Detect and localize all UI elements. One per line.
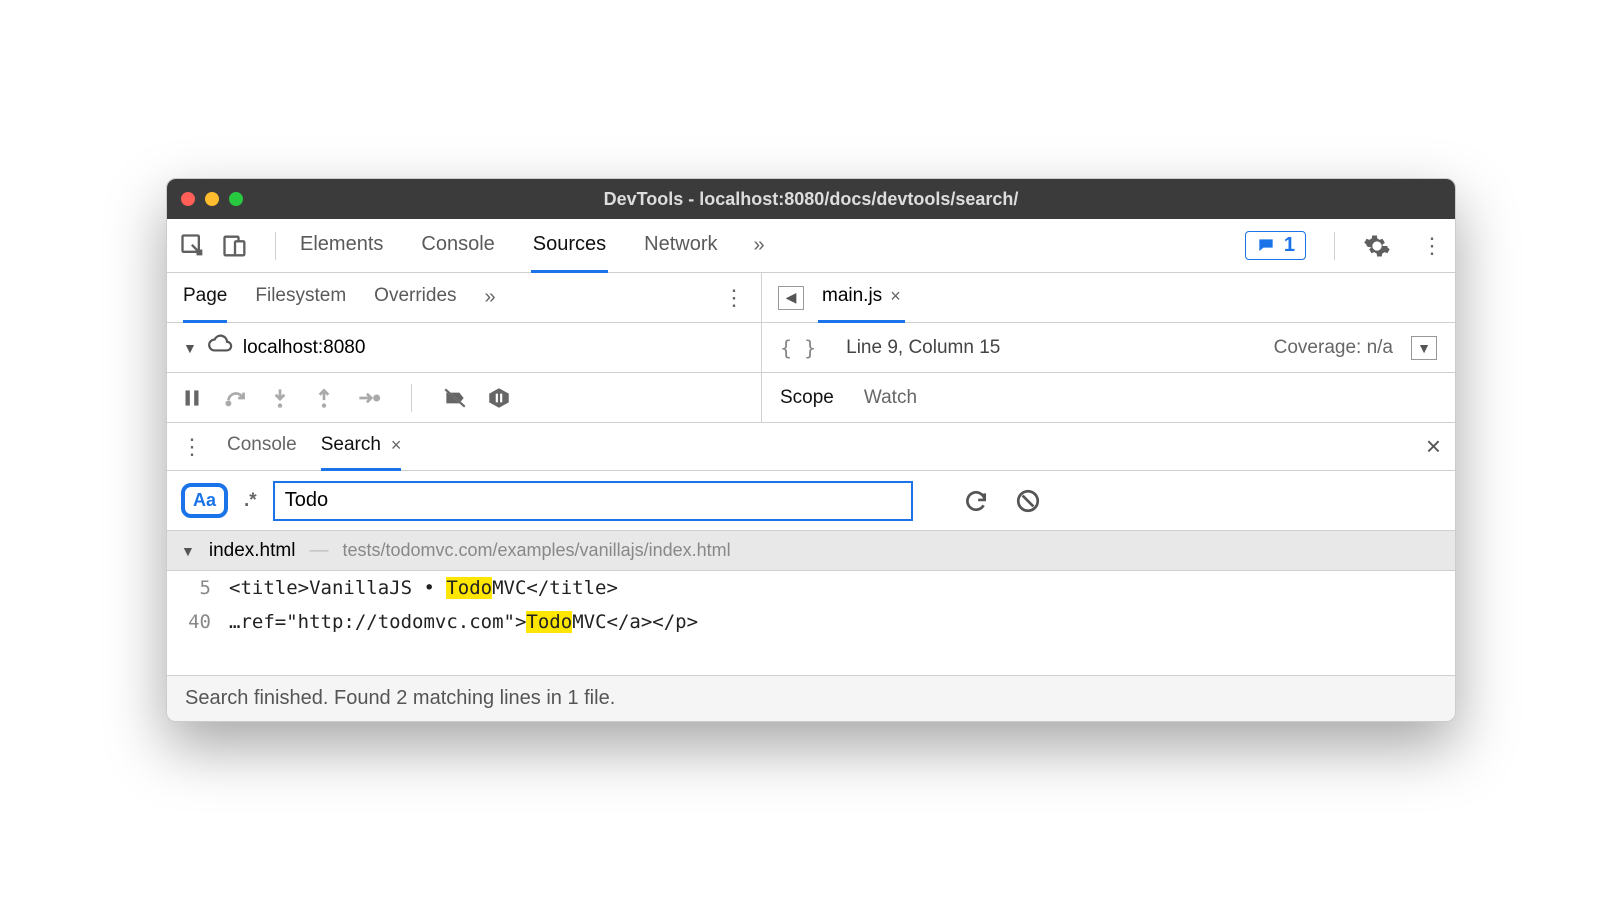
tab-sources[interactable]: Sources [531, 219, 608, 273]
navigator-tree: ▼ localhost:8080 [167, 323, 762, 372]
file-expand-arrow-icon[interactable]: ▼ [181, 543, 195, 559]
settings-gear-icon[interactable] [1363, 232, 1391, 260]
refresh-search-icon[interactable] [963, 488, 989, 514]
line-number: 5 [181, 577, 211, 599]
step-out-icon[interactable] [311, 385, 337, 411]
cursor-position: Line 9, Column 15 [846, 337, 1000, 359]
more-menu-icon[interactable]: ⋮ [1421, 233, 1443, 259]
inspect-element-icon[interactable] [179, 232, 207, 260]
close-window-button[interactable] [181, 192, 195, 206]
debugger-tabs: Scope Watch [762, 373, 935, 422]
result-file-path: tests/todomvc.com/examples/vanillajs/ind… [342, 540, 730, 561]
status-bar: Search finished. Found 2 matching lines … [167, 675, 1455, 721]
clear-search-icon[interactable] [1015, 488, 1041, 514]
sources-subbar: Page Filesystem Overrides » ⋮ ◀ main.js … [167, 273, 1455, 323]
separator [1334, 232, 1335, 260]
separator [411, 384, 412, 412]
file-tab-label: main.js [822, 285, 882, 307]
close-search-tab-icon[interactable]: × [391, 435, 402, 456]
more-tabs-chevron-icon[interactable]: » [754, 234, 765, 257]
editor-dropdown-icon[interactable]: ▼ [1411, 336, 1437, 360]
match-case-button[interactable]: Aa [181, 483, 228, 518]
devtools-window: DevTools - localhost:8080/docs/devtools/… [166, 178, 1456, 722]
navigator-more-chevron-icon[interactable]: » [485, 286, 496, 309]
close-drawer-icon[interactable]: × [1426, 431, 1441, 462]
editor-tabbar: ◀ main.js × [762, 273, 1455, 322]
step-icon[interactable] [355, 385, 381, 411]
result-file-name: index.html [209, 540, 296, 562]
step-into-icon[interactable] [267, 385, 293, 411]
toolbar-right: 1 ⋮ [1245, 231, 1443, 260]
search-actions [963, 488, 1041, 514]
drawer-tab-search-label: Search [321, 434, 381, 456]
separator [275, 232, 276, 260]
row-navigator-infobar: ▼ localhost:8080 { } Line 9, Column 15 C… [167, 323, 1455, 373]
file-tab-mainjs[interactable]: main.js × [818, 273, 905, 323]
navigator-tab-page[interactable]: Page [183, 273, 227, 323]
line-number: 40 [181, 611, 211, 633]
tree-expand-arrow-icon[interactable]: ▼ [183, 340, 197, 356]
deactivate-breakpoints-icon[interactable] [442, 385, 468, 411]
search-input[interactable] [273, 481, 913, 521]
close-file-tab-icon[interactable]: × [890, 286, 901, 307]
tab-console[interactable]: Console [419, 219, 496, 273]
navigator-tabs: Page Filesystem Overrides » ⋮ [167, 273, 762, 322]
editor-nav-back-icon[interactable]: ◀ [778, 286, 804, 310]
titlebar: DevTools - localhost:8080/docs/devtools/… [167, 179, 1455, 219]
drawer-menu-icon[interactable]: ⋮ [181, 434, 203, 460]
maximize-window-button[interactable] [229, 192, 243, 206]
row-debugger: Scope Watch [167, 373, 1455, 423]
search-result-line[interactable]: 5 <title>VanillaJS • TodoMVC</title> [167, 571, 1455, 605]
feedback-badge[interactable]: 1 [1245, 231, 1306, 260]
pause-on-exceptions-icon[interactable] [486, 385, 512, 411]
main-panel-tabs: Elements Console Sources Network » [298, 219, 1229, 273]
step-over-icon[interactable] [223, 385, 249, 411]
status-text: Search finished. Found 2 matching lines … [185, 687, 615, 710]
feedback-count: 1 [1284, 234, 1295, 257]
line-content: …ref="http://todomvc.com">TodoMVC</a></p… [229, 611, 698, 633]
tab-watch[interactable]: Watch [864, 387, 917, 409]
coverage-label: Coverage: n/a [1274, 337, 1393, 359]
tab-scope[interactable]: Scope [780, 387, 834, 409]
navigator-tab-overrides[interactable]: Overrides [374, 273, 456, 323]
match-highlight: Todo [526, 611, 572, 633]
drawer-tab-console[interactable]: Console [227, 423, 297, 471]
line-content: <title>VanillaJS • TodoMVC</title> [229, 577, 618, 599]
drawer-tab-search[interactable]: Search × [321, 423, 402, 471]
tab-network[interactable]: Network [642, 219, 719, 273]
traffic-lights [181, 192, 243, 206]
pause-icon[interactable] [179, 385, 205, 411]
search-result-line[interactable]: 40 …ref="http://todomvc.com">TodoMVC</a>… [167, 605, 1455, 639]
navigator-tab-filesystem[interactable]: Filesystem [255, 273, 346, 323]
editor-infobar: { } Line 9, Column 15 Coverage: n/a ▼ [762, 323, 1455, 372]
pretty-print-icon[interactable]: { } [780, 336, 816, 360]
minimize-window-button[interactable] [205, 192, 219, 206]
search-result-file[interactable]: ▼ index.html — tests/todomvc.com/example… [167, 531, 1455, 571]
tree-root-label[interactable]: localhost:8080 [243, 337, 366, 359]
device-toolbar-icon[interactable] [221, 232, 249, 260]
window-title: DevTools - localhost:8080/docs/devtools/… [604, 189, 1019, 210]
tab-elements[interactable]: Elements [298, 219, 385, 273]
match-highlight: Todo [446, 577, 492, 599]
search-toolbar: Aa .* [167, 471, 1455, 531]
drawer-tabbar: ⋮ Console Search × × [167, 423, 1455, 471]
main-toolbar: Elements Console Sources Network » 1 ⋮ [167, 219, 1455, 273]
cloud-icon [207, 332, 233, 364]
debugger-controls [167, 373, 762, 422]
navigator-menu-icon[interactable]: ⋮ [723, 285, 745, 311]
regex-button[interactable]: .* [244, 490, 257, 512]
